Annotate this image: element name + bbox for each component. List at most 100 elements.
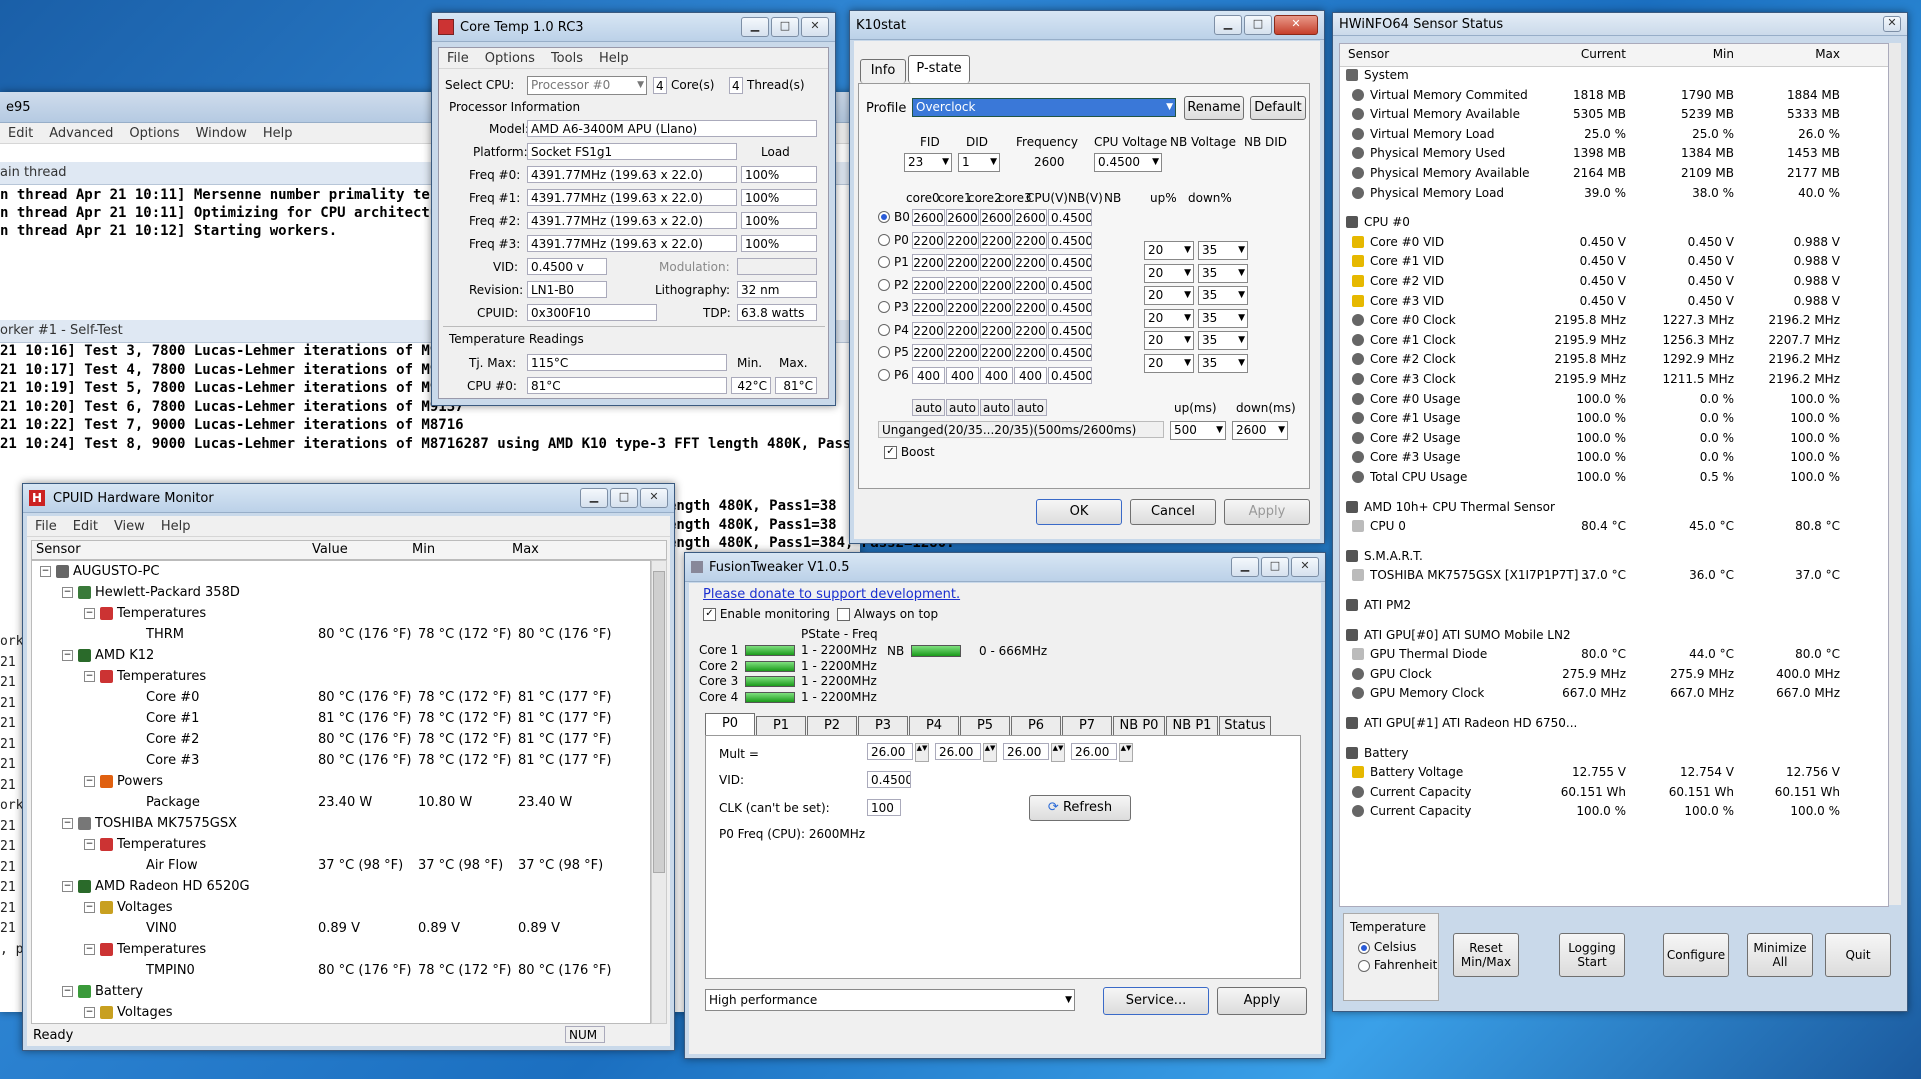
sensor-row[interactable]: TMPIN0 80 °C (176 °F) 78 °C (172 °F) 80 °C …	[32, 962, 650, 979]
up-ms-select[interactable]: 500	[1170, 421, 1226, 440]
sensor-row[interactable]: Current Capacity 60.151 Wh 60.151 Wh 60.151…	[1340, 785, 1888, 801]
tab-nb-p1[interactable]: NB P1	[1166, 716, 1218, 735]
sensor-group-header[interactable]: ATI PM2	[1340, 598, 1888, 614]
sensor-row[interactable]: Core #2 80 °C (176 °F) 78 °C (172 °F) 81 °C…	[32, 731, 650, 748]
up-percent-select[interactable]: 20	[1144, 331, 1194, 350]
tab-nb-p0[interactable]: NB P0	[1113, 716, 1165, 735]
always-on-top-checkbox[interactable]: Always on top	[837, 607, 938, 621]
prime95-menu-help[interactable]: Help	[263, 126, 293, 141]
coretemp-menu-help[interactable]: Help	[599, 51, 629, 66]
close-button[interactable]: ✕	[640, 488, 668, 508]
sensor-group-header[interactable]: S.M.A.R.T.	[1340, 549, 1888, 565]
cpuid-menu-help[interactable]: Help	[161, 519, 191, 534]
minimize-button[interactable]: ▁	[580, 488, 608, 508]
tab-p0[interactable]: P0	[705, 713, 755, 735]
maximize-button[interactable]: □	[1244, 15, 1272, 35]
pstate-core-freq[interactable]: 400	[1014, 366, 1047, 384]
pstate-core-freq[interactable]: 2600	[912, 209, 945, 226]
minimize-button[interactable]: ▁	[1231, 557, 1259, 577]
sensor-row[interactable]: GPU Clock 275.9 MHz 275.9 MHz 400.0 MHz	[1340, 667, 1888, 683]
celsius-radio[interactable]: Celsius	[1358, 940, 1416, 954]
down-percent-select[interactable]: 35	[1198, 331, 1248, 350]
pstate-core-freq[interactable]: 2200	[980, 254, 1013, 271]
down-percent-select[interactable]: 35	[1198, 353, 1248, 373]
fusiontweaker-titlebar[interactable]: FusionTweaker V1.0.5 ▁ □ ✕	[685, 553, 1325, 582]
sensor-row[interactable]: − AUGUSTO-PC	[32, 563, 650, 580]
cpuid-column-value[interactable]: Value	[312, 542, 348, 557]
sensor-row[interactable]: − Temperatures	[32, 836, 650, 853]
pstate-core-freq[interactable]: 2200	[980, 321, 1013, 339]
pstate-core-freq[interactable]: 2200	[980, 276, 1013, 294]
sensor-row[interactable]: − Voltages	[32, 899, 650, 916]
expand-toggle-icon[interactable]: −	[62, 818, 73, 829]
pstate-core-freq[interactable]: 2200	[980, 299, 1013, 316]
pstate-core-freq[interactable]: 400	[980, 366, 1013, 384]
pstate-core-freq[interactable]: 2200	[912, 276, 945, 294]
pstate-radio[interactable]	[878, 233, 890, 246]
pstate-core-freq[interactable]: 400	[946, 366, 979, 384]
profile-select[interactable]: Overclock	[912, 98, 1176, 117]
expand-toggle-icon[interactable]: −	[62, 881, 73, 892]
boost-checkbox[interactable]: ✓ Boost	[884, 445, 935, 459]
default-button[interactable]: Default	[1250, 96, 1306, 120]
tab-p3[interactable]: P3	[858, 716, 908, 735]
reset-min-max-button[interactable]: Reset Min/Max	[1453, 933, 1519, 977]
sensor-row[interactable]: Virtual Memory Available 5305 MB 5239 MB 53…	[1340, 107, 1888, 123]
pstate-core-freq[interactable]: 400	[912, 366, 945, 384]
sensor-row[interactable]: Physical Memory Used 1398 MB 1384 MB 1453 M…	[1340, 146, 1888, 162]
tab-p4[interactable]: P4	[909, 716, 959, 735]
fahrenheit-radio[interactable]: Fahrenheit	[1358, 958, 1437, 972]
sensor-row[interactable]: − Powers	[32, 773, 650, 790]
pstate-core-freq[interactable]: 2600	[946, 209, 979, 226]
sensor-row[interactable]: Core #3 Usage 100.0 % 0.0 % 100.0 %	[1340, 450, 1888, 466]
sensor-row[interactable]: Core #2 VID 0.450 V 0.450 V 0.988 V	[1340, 274, 1888, 290]
hwinfo-column-max[interactable]: Max	[1760, 47, 1840, 61]
spinner-arrows-icon[interactable]: ▲▼	[1051, 743, 1065, 762]
up-percent-select[interactable]: 20	[1144, 263, 1194, 283]
refresh-button[interactable]: ⟳ Refresh	[1029, 795, 1131, 821]
cpuid-titlebar[interactable]: H CPUID Hardware Monitor ▁ □ ✕	[23, 484, 674, 513]
expand-toggle-icon[interactable]: −	[62, 650, 73, 661]
pstate-core-freq[interactable]: 2200	[1014, 254, 1047, 271]
sensor-row[interactable]: Total CPU Usage 100.0 % 0.5 % 100.0 %	[1340, 470, 1888, 486]
sensor-row[interactable]: TOSHIBA MK7575GSX [X1I7P1P7T] ... 37.0 °C…	[1340, 568, 1888, 584]
cpuid-sensor-tree[interactable]: − AUGUSTO-PC − Hewlett-Packard 358D − Tempera…	[31, 560, 651, 1024]
up-percent-select[interactable]: 20	[1144, 241, 1194, 260]
auto-field[interactable]: auto	[980, 399, 1013, 416]
pstate-core-freq[interactable]: 2200	[912, 344, 945, 361]
sensor-group-header[interactable]: CPU #0	[1340, 215, 1888, 231]
coretemp-menu-options[interactable]: Options	[485, 51, 535, 66]
expand-toggle-icon[interactable]: −	[40, 566, 51, 577]
tab-status[interactable]: Status	[1219, 716, 1271, 735]
sensor-row[interactable]: Current Capacity 100.0 % 100.0 % 100.0 %	[1340, 804, 1888, 820]
pstate-core-freq[interactable]: 2200	[1014, 321, 1047, 339]
coretemp-menu-tools[interactable]: Tools	[551, 51, 583, 66]
donate-link[interactable]: Please donate to support development.	[703, 587, 960, 602]
expand-toggle-icon[interactable]: −	[84, 776, 95, 787]
pstate-core-freq[interactable]: 2200	[946, 344, 979, 361]
prime95-menu-window[interactable]: Window	[196, 126, 247, 141]
sensor-row[interactable]: GPU Thermal Diode 80.0 °C 44.0 °C 80.0 °C	[1340, 647, 1888, 663]
sensor-row[interactable]: Core #3 Clock 2195.9 MHz 1211.5 MHz 2196.2 …	[1340, 372, 1888, 388]
sensor-row[interactable]: GPU Memory Clock 667.0 MHz 667.0 MHz 667.0 …	[1340, 686, 1888, 702]
did-select[interactable]: 1	[958, 153, 1000, 172]
pstate-cpu-voltage[interactable]: 0.4500	[1048, 344, 1092, 361]
cpuid-column-sensor[interactable]: Sensor	[36, 542, 81, 557]
processor-select[interactable]: Processor #0	[527, 76, 647, 95]
sensor-row[interactable]: Virtual Memory Load 25.0 % 25.0 % 26.0 %	[1340, 127, 1888, 143]
sensor-row[interactable]: THRM 80 °C (176 °F) 78 °C (172 °F) 80 °C (1…	[32, 626, 650, 643]
expand-toggle-icon[interactable]: −	[84, 902, 95, 913]
spinner-arrows-icon[interactable]: ▲▼	[983, 743, 997, 762]
sensor-row[interactable]: Core #2 Clock 2195.8 MHz 1292.9 MHz 2196.2 …	[1340, 352, 1888, 368]
pstate-radio[interactable]	[878, 346, 890, 358]
quit-button[interactable]: Quit	[1825, 933, 1891, 977]
down-percent-select[interactable]: 35	[1198, 241, 1248, 260]
sensor-group-header[interactable]: AMD 10h+ CPU Thermal Sensor	[1340, 500, 1888, 516]
pstate-core-freq[interactable]: 2200	[912, 254, 945, 271]
pstate-core-freq[interactable]: 2200	[912, 231, 945, 249]
sensor-row[interactable]: Core #3 VID 0.450 V 0.450 V 0.988 V	[1340, 294, 1888, 310]
sensor-row[interactable]: Core #0 VID 0.450 V 0.450 V 0.988 V	[1340, 235, 1888, 251]
auto-field[interactable]: auto	[1014, 399, 1047, 416]
maximize-button[interactable]: □	[771, 17, 799, 37]
sensor-row[interactable]: Core #1 81 °C (176 °F) 78 °C (172 °F) 81 °C…	[32, 710, 650, 727]
